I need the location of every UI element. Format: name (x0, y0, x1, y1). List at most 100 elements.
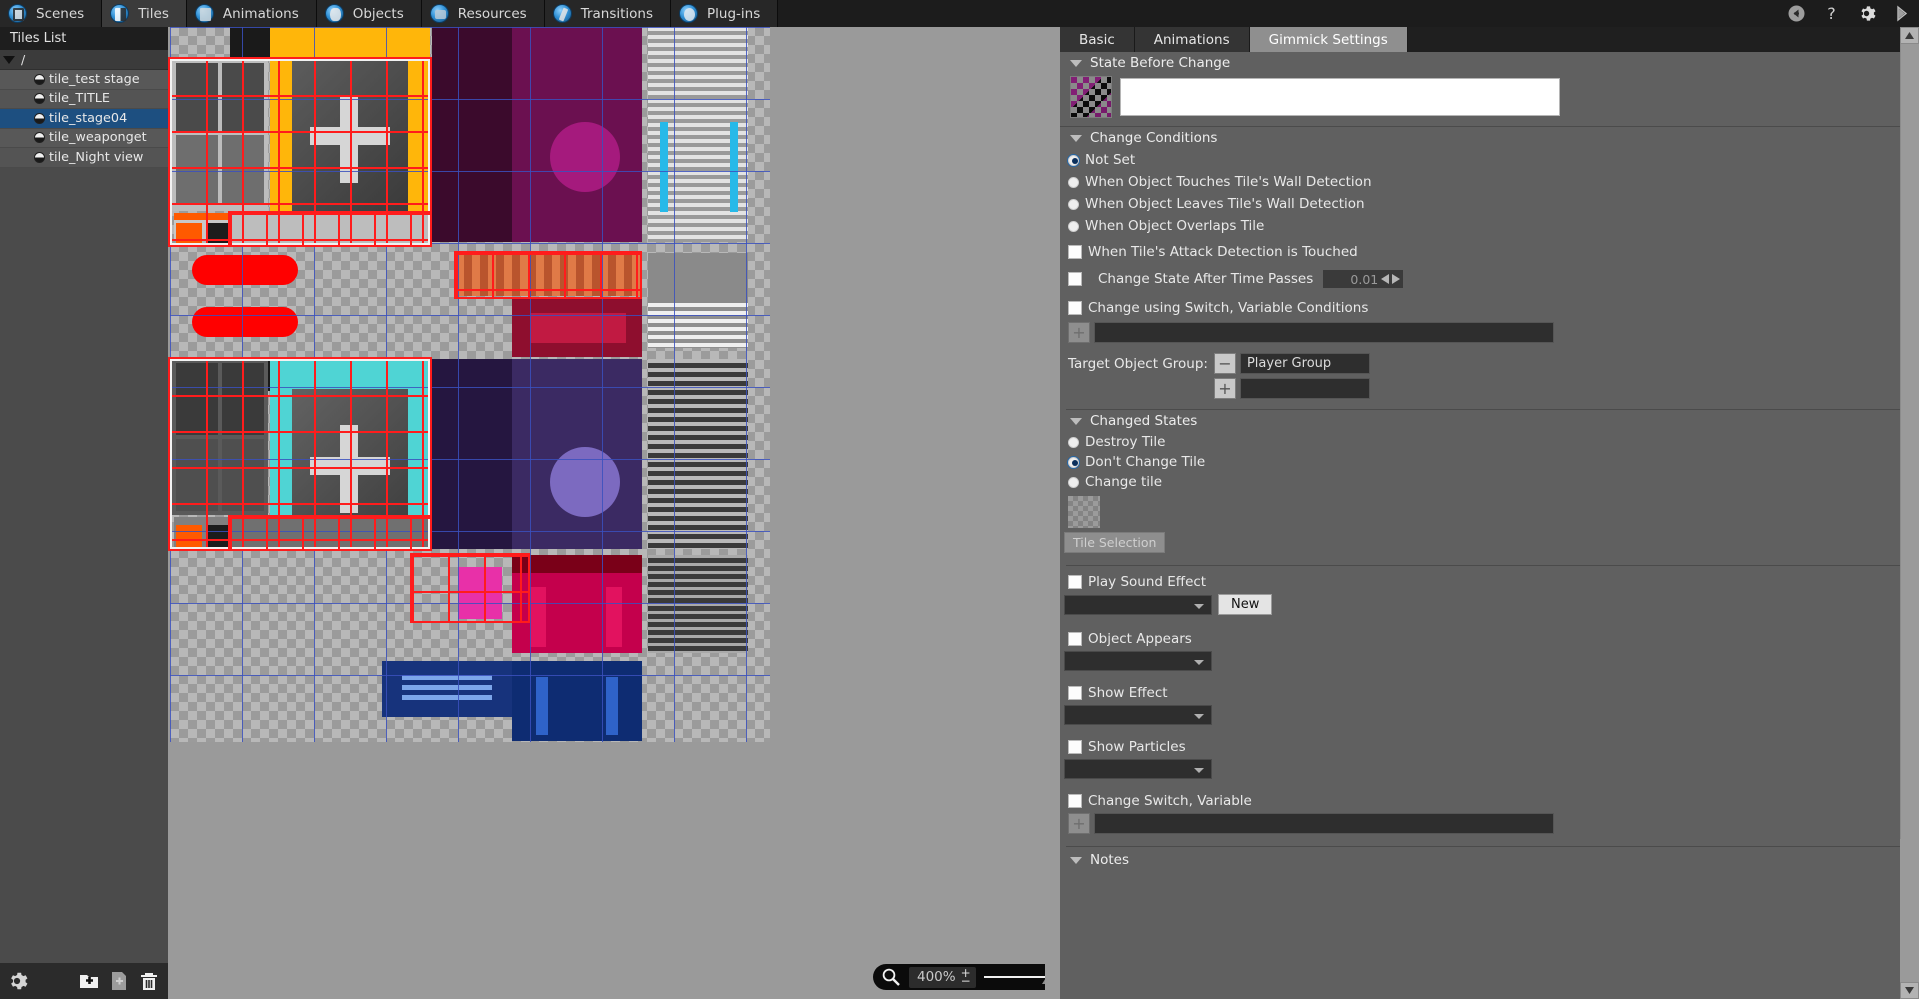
toolbar-tab-tiles[interactable]: Tiles (102, 0, 187, 27)
show-effect-select[interactable] (1064, 705, 1212, 725)
radio-button[interactable] (1068, 477, 1079, 488)
sidebar-item-tile-test-stage[interactable]: tile_test stage (0, 70, 168, 90)
object-appears-select[interactable] (1064, 651, 1212, 671)
new-folder-icon[interactable] (78, 970, 100, 992)
checkbox-object-appears[interactable]: Object Appears (1060, 623, 1900, 649)
checkbox-change-after-time[interactable]: Change State After Time Passes 0.01 (1060, 264, 1900, 292)
spinner-decrease-icon[interactable] (1381, 274, 1389, 284)
radio-overlaps-tile[interactable]: When Object Overlaps Tile (1060, 215, 1900, 240)
new-sound-effect-button[interactable]: New (1218, 594, 1272, 615)
chevron-down-icon[interactable] (3, 56, 15, 64)
scroll-up-button[interactable] (1900, 27, 1919, 44)
spinner-increase-icon[interactable] (1392, 274, 1400, 284)
checkbox[interactable] (1068, 272, 1082, 286)
zoom-decrease-button[interactable]: − (961, 977, 971, 985)
panel-scrollbar[interactable] (1900, 27, 1919, 999)
add-switch-variable-button[interactable]: + (1068, 813, 1090, 834)
checkbox[interactable] (1068, 686, 1082, 700)
zoom-control[interactable]: 400% + − (873, 964, 1060, 990)
new-file-icon[interactable] (108, 970, 130, 992)
checkbox[interactable] (1068, 301, 1082, 315)
radio-button[interactable] (1068, 177, 1079, 188)
add-switch-condition-button[interactable]: + (1068, 322, 1090, 343)
collapse-triangle-icon[interactable] (1070, 857, 1082, 864)
toolbar-tab-transitions[interactable]: Transitions (545, 0, 671, 27)
radio-leaves-wall-detection[interactable]: When Object Leaves Tile's Wall Detection (1060, 193, 1900, 215)
state-name-input[interactable] (1120, 78, 1560, 116)
checkbox[interactable] (1068, 245, 1082, 259)
radio-label: When Object Touches Tile's Wall Detectio… (1085, 174, 1372, 190)
remove-target-group-button[interactable]: − (1214, 353, 1236, 374)
sidebar-item-tile-stage04[interactable]: tile_stage04 (0, 109, 168, 129)
switch-condition-list[interactable] (1094, 322, 1554, 343)
delete-trash-icon[interactable] (138, 970, 160, 992)
checkbox-play-sound-effect[interactable]: Play Sound Effect (1060, 566, 1900, 592)
toolbar-tab-resources[interactable]: Resources (422, 0, 545, 27)
sidebar-item-tile-title[interactable]: tile_TITLE (0, 90, 168, 110)
scroll-down-button[interactable] (1900, 982, 1919, 999)
toolbar-tab-animations[interactable]: Animations (187, 0, 317, 27)
sidebar-item-tile-night-view[interactable]: tile_Night view (0, 148, 168, 168)
toolbar-tab-scenes[interactable]: Scenes (0, 0, 102, 27)
help-icon[interactable]: ? (1822, 4, 1841, 23)
checkbox-show-effect[interactable]: Show Effect (1060, 679, 1900, 703)
settings-gear-icon[interactable] (1857, 4, 1876, 23)
radio-destroy-tile[interactable]: Destroy Tile (1060, 432, 1900, 452)
state-thumbnail[interactable] (1070, 76, 1112, 118)
checkbox[interactable] (1068, 575, 1082, 589)
section-notes[interactable]: Notes (1060, 847, 1900, 871)
checkbox-label: Show Effect (1088, 685, 1168, 701)
sidebar-root-folder[interactable]: / (0, 50, 168, 70)
radio-button[interactable] (1068, 155, 1079, 166)
radio-button[interactable] (1068, 437, 1079, 448)
tab-animations[interactable]: Animations (1135, 27, 1250, 52)
checkbox[interactable] (1068, 794, 1082, 808)
play-icon[interactable] (1892, 4, 1911, 23)
zoom-stepper[interactable]: + − (961, 969, 971, 985)
checkbox[interactable] (1068, 740, 1082, 754)
collapse-triangle-icon[interactable] (1070, 60, 1082, 67)
checkbox-show-particles[interactable]: Show Particles (1060, 733, 1900, 757)
radio-touches-wall-detection[interactable]: When Object Touches Tile's Wall Detectio… (1060, 171, 1900, 193)
magnifier-icon[interactable] (881, 967, 901, 987)
revert-icon[interactable] (1787, 4, 1806, 23)
tile-icon (34, 152, 45, 163)
checkbox-change-switch-variable[interactable]: Change Switch, Variable (1060, 787, 1900, 811)
scrollbar-thumb[interactable] (1900, 44, 1919, 839)
change-tile-preview[interactable] (1068, 496, 1100, 528)
section-change-conditions[interactable]: Change Conditions (1060, 126, 1900, 149)
radio-button[interactable] (1068, 199, 1079, 210)
radio-change-tile[interactable]: Change tile (1060, 472, 1900, 492)
section-state-before-change[interactable]: State Before Change (1060, 52, 1900, 74)
radio-not-set[interactable]: Not Set (1060, 149, 1900, 171)
tileset-canvas[interactable]: 400% + − (168, 27, 1060, 999)
show-particles-select[interactable] (1064, 759, 1212, 779)
tile-icon (34, 74, 45, 85)
collapse-triangle-icon[interactable] (1070, 418, 1082, 425)
switch-variable-list[interactable] (1094, 813, 1554, 834)
radio-button[interactable] (1068, 457, 1079, 468)
tile-selection-frame (170, 359, 430, 549)
sound-effect-select[interactable] (1064, 595, 1212, 615)
tile-selection-button[interactable]: Tile Selection (1064, 532, 1165, 553)
tab-basic[interactable]: Basic (1060, 27, 1135, 52)
toolbar-tab-objects[interactable]: Objects (317, 0, 422, 27)
checkbox-attack-detection-touched[interactable]: When Tile's Attack Detection is Touched (1060, 240, 1900, 264)
checkbox-change-using-switch-variable[interactable]: Change using Switch, Variable Conditions (1060, 292, 1900, 320)
settings-gear-icon[interactable] (6, 970, 28, 992)
time-spinner[interactable]: 0.01 (1323, 270, 1403, 288)
section-changed-states[interactable]: Changed States (1060, 410, 1900, 432)
target-group-value[interactable]: Player Group (1240, 353, 1370, 374)
checkbox[interactable] (1068, 632, 1082, 646)
checkbox-label: When Tile's Attack Detection is Touched (1088, 244, 1358, 260)
add-target-group-button[interactable]: + (1214, 378, 1236, 399)
radio-button[interactable] (1068, 221, 1079, 232)
tab-gimmick-settings[interactable]: Gimmick Settings (1250, 27, 1408, 52)
collapse-triangle-icon[interactable] (1070, 135, 1082, 142)
radio-dont-change-tile[interactable]: Don't Change Tile (1060, 452, 1900, 472)
zoom-value-box[interactable]: 400% + − (909, 967, 976, 988)
toolbar-tab-plugins[interactable]: Plug-ins (671, 0, 778, 27)
sidebar-item-tile-weaponget[interactable]: tile_weaponget (0, 129, 168, 149)
toolbar-tab-label: Transitions (581, 6, 653, 22)
target-group-value[interactable] (1240, 378, 1370, 399)
